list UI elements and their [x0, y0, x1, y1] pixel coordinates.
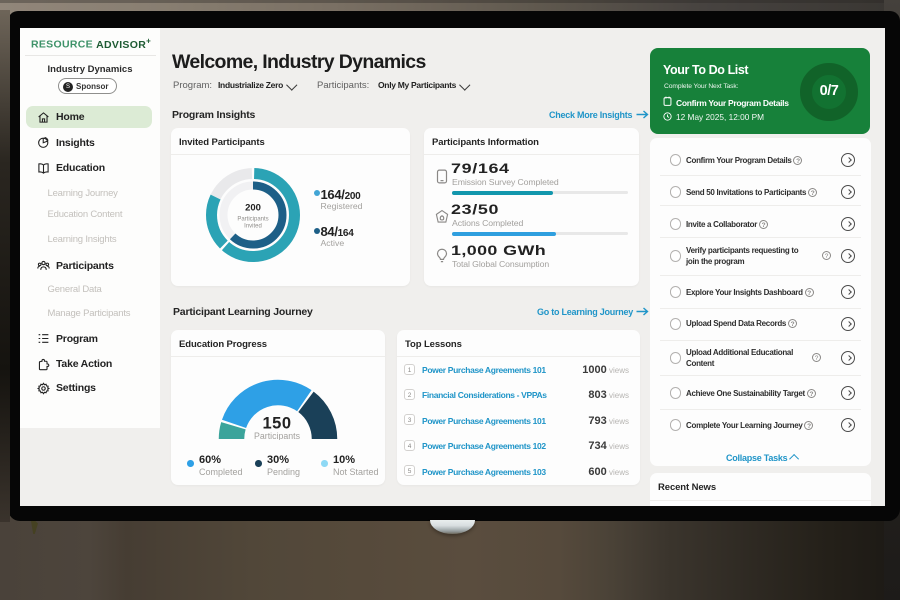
svg-text:150: 150 — [262, 415, 291, 433]
svg-text:Participants: Participants — [254, 431, 301, 440]
svg-text:Participants: Participants — [237, 216, 268, 222]
svg-text:Invited: Invited — [244, 223, 262, 229]
svg-text:200: 200 — [245, 202, 261, 213]
